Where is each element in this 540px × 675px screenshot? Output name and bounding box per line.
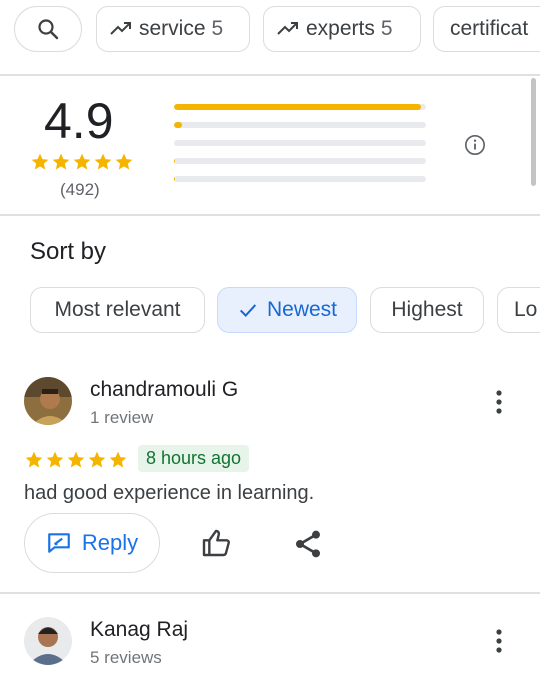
star-icon (109, 451, 127, 468)
sort-newest-label: Newest (266, 298, 338, 321)
more-vert-icon[interactable] (495, 628, 503, 654)
rating-bar-fill (174, 104, 421, 110)
rating-bar-fill (174, 176, 176, 182)
reviewer-meta: 5 reviews (90, 648, 162, 667)
filter-chips-row: service 5 experts 5 certificat (14, 6, 540, 56)
star-icon (88, 451, 106, 468)
star-icon (31, 153, 49, 170)
avatar-photo (24, 377, 72, 425)
divider (0, 74, 540, 76)
chip-certificate-label: certificat (450, 17, 529, 40)
star-icon (94, 153, 112, 170)
chip-service-label: service (139, 17, 206, 40)
review-text: had good experience in learning. (24, 482, 315, 504)
sort-highest-label: Highest (391, 298, 463, 321)
star-icon (115, 153, 133, 170)
search-chip[interactable] (14, 6, 82, 52)
review-count: (492) (60, 180, 100, 199)
reviewer-name[interactable]: chandramouli G (90, 378, 238, 402)
star-icon (67, 451, 85, 468)
rating-bar-5 (174, 104, 426, 110)
share-icon[interactable] (292, 528, 324, 560)
average-stars (30, 152, 134, 172)
rating-bar-1 (174, 176, 426, 182)
sort-options-row: Most relevant Newest Highest Lo (30, 287, 540, 335)
chip-experts[interactable]: experts 5 (263, 6, 421, 52)
chip-service[interactable]: service 5 (96, 6, 250, 52)
sort-most-relevant-label: Most relevant (54, 298, 181, 321)
chip-experts-label: experts (306, 17, 375, 40)
chip-service-count: 5 (211, 17, 224, 40)
divider (0, 214, 540, 216)
average-rating: 4.9 (44, 93, 114, 149)
avatar[interactable] (24, 617, 72, 665)
rating-bar-3 (174, 140, 426, 146)
rating-bar-2 (174, 158, 426, 164)
sort-most-relevant[interactable]: Most relevant (30, 287, 205, 333)
star-icon (52, 153, 70, 170)
sort-newest[interactable]: Newest (217, 287, 357, 333)
trending-icon (110, 22, 131, 35)
trending-icon (277, 22, 298, 35)
sort-lowest[interactable]: Lo (497, 287, 540, 333)
avatar[interactable] (24, 377, 72, 425)
star-icon (73, 153, 91, 170)
reply-label: Reply (81, 530, 139, 555)
review-stars (24, 450, 128, 470)
reply-button[interactable]: Reply (24, 513, 160, 573)
avatar-photo (24, 617, 72, 665)
sort-by-label: Sort by (30, 238, 107, 265)
reviewer-meta: 1 review (90, 408, 154, 427)
rating-bar-fill (174, 122, 182, 128)
check-icon (239, 304, 257, 317)
chip-experts-count: 5 (380, 17, 393, 40)
chip-certificate[interactable]: certificat (433, 6, 540, 52)
reviewer-name[interactable]: Kanag Raj (90, 618, 188, 642)
divider (0, 592, 540, 594)
rating-distribution (174, 104, 426, 194)
star-icon (25, 451, 43, 468)
scrollbar[interactable] (531, 78, 536, 186)
thumbs-up-icon[interactable] (200, 527, 232, 559)
info-icon[interactable] (464, 134, 486, 156)
star-icon (46, 451, 64, 468)
review-time-badge: 8 hours ago (138, 445, 250, 472)
more-vert-icon[interactable] (495, 389, 503, 415)
sort-lowest-label: Lo (514, 298, 538, 321)
search-icon (38, 19, 59, 40)
sort-highest[interactable]: Highest (370, 287, 484, 333)
rating-bar-fill (174, 158, 176, 164)
rating-bar-4 (174, 122, 426, 128)
reply-icon (48, 533, 70, 553)
